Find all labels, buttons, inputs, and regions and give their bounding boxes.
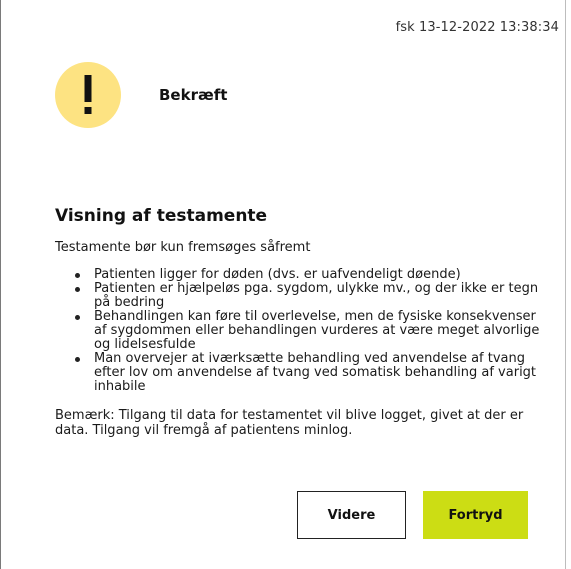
dialog-header: Bekræft bbox=[55, 62, 227, 128]
intro-text: Testamente bør kun fremsøges såfremt bbox=[55, 240, 311, 255]
continue-button[interactable]: Videre bbox=[297, 491, 406, 539]
dialog-title: Bekræft bbox=[159, 86, 228, 104]
exclamation-icon bbox=[55, 62, 121, 128]
list-item: Patienten ligger for døden (dvs. er uafv… bbox=[75, 268, 545, 282]
cancel-button[interactable]: Fortryd bbox=[423, 491, 528, 539]
section-title: Visning af testamente bbox=[55, 206, 268, 226]
exclamation-glyph bbox=[84, 75, 92, 114]
confirm-dialog: fsk 13-12-2022 13:38:34 Bekræft Visning … bbox=[0, 0, 566, 569]
criteria-list: Patienten ligger for døden (dvs. er uafv… bbox=[55, 268, 545, 394]
list-item: Man overvejer at iværksætte behandling v… bbox=[75, 352, 545, 394]
logging-note: Bemærk: Tilgang til data for testamentet… bbox=[55, 408, 524, 438]
timestamp: fsk 13-12-2022 13:38:34 bbox=[395, 20, 559, 35]
dialog-content: Visning af testamente Testamente bør kun… bbox=[55, 205, 545, 438]
list-item: Behandlingen kan føre til overlevelse, m… bbox=[75, 310, 545, 352]
list-item: Patienten er hjælpeløs pga. sygdom, ulyk… bbox=[75, 282, 545, 310]
